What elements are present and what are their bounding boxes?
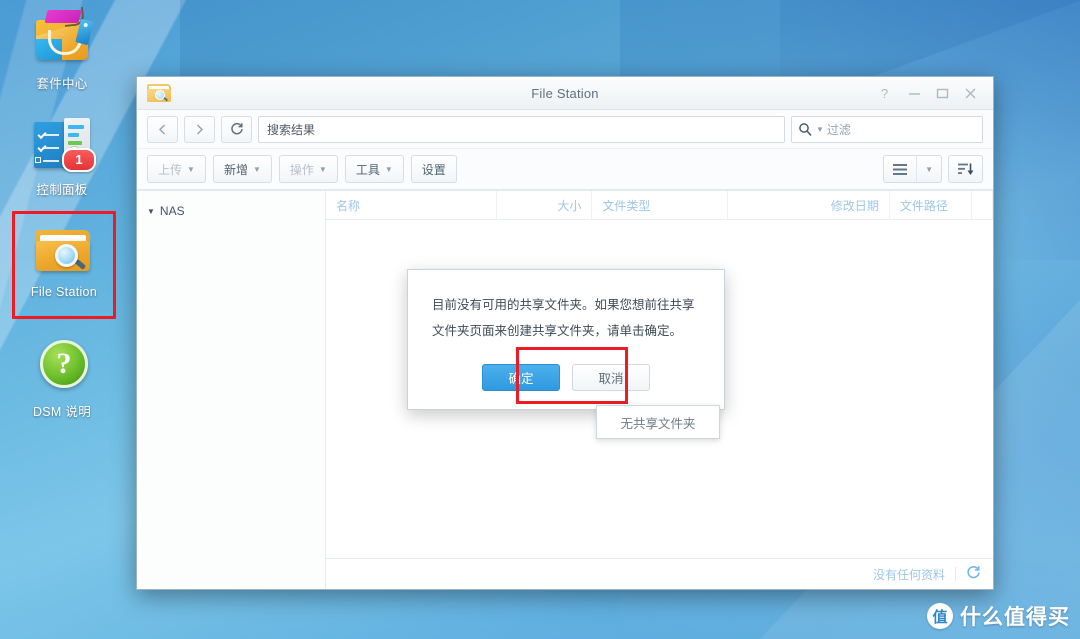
file-station-window: File Station ? 搜索结果 ▼ 过滤 上传 ▼ 新增 ▼ 操作 ▼ … bbox=[136, 76, 994, 590]
dialog-buttons: 确定 取消 bbox=[432, 364, 700, 391]
dialog-ok-button[interactable]: 确定 bbox=[482, 364, 560, 391]
desktop: 套件中心 1 控制面板 File Station ? DSM 说明 File S… bbox=[0, 0, 1080, 639]
desktop-icon-file-station[interactable]: File Station bbox=[12, 218, 116, 299]
shared-folder-dialog: 目前没有可用的共享文件夹。如果您想前往共享文件夹页面来创建共享文件夹，请单击确定… bbox=[407, 269, 725, 410]
watermark-badge: 值 bbox=[927, 603, 953, 629]
desktop-icon-label: 控制面板 bbox=[36, 183, 88, 197]
package-center-icon bbox=[30, 6, 94, 68]
file-station-icon bbox=[32, 218, 96, 280]
help-question-icon: ? bbox=[30, 334, 94, 396]
modal-overlay: 目前没有可用的共享文件夹。如果您想前往共享文件夹页面来创建共享文件夹，请单击确定… bbox=[137, 77, 993, 589]
watermark-text: 什么值得买 bbox=[960, 606, 1070, 629]
dialog-message: 目前没有可用的共享文件夹。如果您想前往共享文件夹页面来创建共享文件夹，请单击确定… bbox=[432, 298, 695, 338]
desktop-icon-label: DSM 说明 bbox=[32, 405, 92, 419]
notification-badge: 1 bbox=[62, 148, 96, 172]
desktop-icon-label: 套件中心 bbox=[36, 77, 88, 91]
control-panel-icon: 1 bbox=[30, 112, 96, 174]
dialog-cancel-button[interactable]: 取消 bbox=[572, 364, 650, 391]
smzdm-watermark: 值 什么值得买 bbox=[927, 601, 1070, 631]
desktop-icon-package-center[interactable]: 套件中心 bbox=[10, 6, 114, 92]
no-shared-folder-tooltip: 无共享文件夹 bbox=[596, 405, 720, 439]
desktop-icon-control-panel[interactable]: 1 控制面板 bbox=[10, 112, 114, 198]
tooltip-text: 无共享文件夹 bbox=[620, 416, 696, 431]
desktop-icon-label: File Station bbox=[30, 285, 98, 299]
desktop-icon-dsm-help[interactable]: ? DSM 说明 bbox=[10, 334, 114, 420]
